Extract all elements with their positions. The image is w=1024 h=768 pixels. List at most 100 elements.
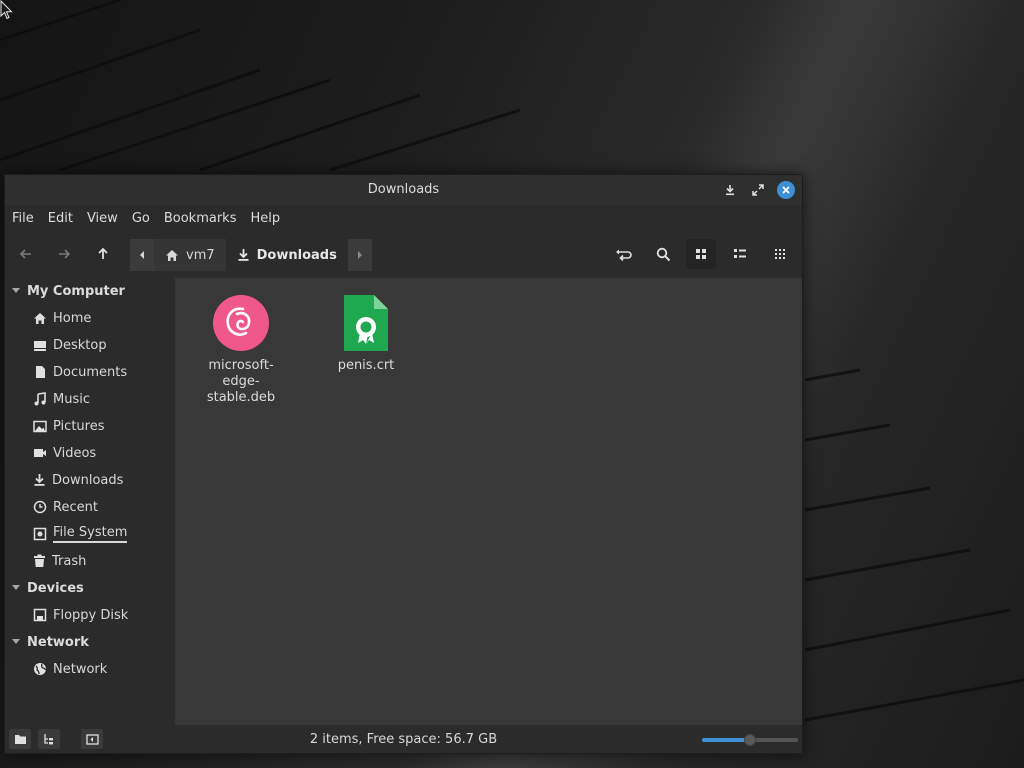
file-item-microsoft-edge-stable-deb[interactable]: microsoft-edge-stable.deb: [191, 294, 291, 406]
location-toggle-icon: [616, 249, 632, 261]
expand-triangle-icon: [12, 585, 20, 590]
download-icon: [238, 249, 249, 261]
file-name: penis.crt: [337, 358, 395, 373]
sidebar-item-floppy-disk[interactable]: Floppy Disk: [33, 605, 128, 625]
certificate-file-icon: [344, 295, 388, 351]
sidebar-item-label: Music: [53, 391, 90, 407]
maximize-button[interactable]: [749, 181, 767, 199]
maximize-icon: [752, 184, 764, 196]
menu-file[interactable]: File: [5, 207, 41, 231]
list-view-icon: [734, 249, 746, 258]
sidebar-item-videos[interactable]: Videos: [33, 443, 96, 463]
compact-view-icon: [775, 249, 785, 259]
sidebar-item-recent[interactable]: Recent: [33, 497, 98, 517]
home-icon: [34, 312, 46, 324]
forward-button[interactable]: [49, 239, 79, 269]
sidebar-item-label: Trash: [52, 553, 87, 569]
arrow-right-icon: [59, 249, 71, 259]
picture-icon: [33, 420, 47, 432]
sidebar-item-label: Documents: [53, 364, 128, 380]
list-view-button[interactable]: [725, 239, 755, 269]
sidebar-section-my-computer[interactable]: My Computer: [11, 281, 125, 301]
sidebar-item-label: Pictures: [53, 418, 105, 434]
sidebar-item-label: File System: [53, 525, 128, 543]
sidebar-section-devices[interactable]: Devices: [11, 578, 84, 598]
trash-icon: [34, 554, 45, 567]
sidebar-item-downloads[interactable]: Downloads: [33, 470, 123, 490]
file-manager-window: Downloads File Edit View Go Bookmarks He…: [4, 174, 803, 754]
video-camera-icon: [34, 449, 46, 457]
menu-go[interactable]: Go: [125, 207, 157, 231]
breadcrumb-downloads[interactable]: Downloads: [225, 239, 348, 271]
status-text: 2 items, Free space: 56.7 GB: [309, 732, 498, 747]
sidebar-item-label: Recent: [53, 499, 98, 515]
menu-bar: File Edit View Go Bookmarks Help: [5, 207, 287, 231]
breadcrumb-downloads-label: Downloads: [256, 247, 337, 263]
globe-icon: [34, 663, 47, 675]
caret-right-icon: [357, 251, 362, 259]
file-name: microsoft-edge-stable.deb: [206, 358, 276, 405]
menu-edit[interactable]: Edit: [41, 207, 80, 231]
mouse-cursor-icon: [0, 0, 13, 20]
icon-view-button[interactable]: [686, 239, 716, 269]
arrow-left-icon: [19, 249, 31, 259]
close-button[interactable]: [777, 181, 795, 199]
back-button[interactable]: [11, 239, 41, 269]
sidebar-item-label: Network: [53, 661, 108, 677]
breadcrumb: vm7 Downloads: [130, 239, 372, 271]
toolbar: vm7 Downloads: [5, 235, 802, 275]
home-icon: [166, 249, 178, 261]
download-icon: [34, 474, 45, 486]
menu-view[interactable]: View: [80, 207, 125, 231]
up-button[interactable]: [88, 239, 118, 269]
breadcrumb-home-label: vm7: [186, 247, 215, 263]
hard-drive-icon: [33, 527, 47, 541]
arrow-up-icon: [98, 247, 108, 259]
breadcrumb-scroll-left[interactable]: [130, 239, 154, 271]
search-icon: [656, 247, 670, 261]
grid-view-icon: [696, 249, 706, 259]
debian-package-icon: [213, 295, 269, 351]
file-item-penis-crt[interactable]: penis.crt: [316, 294, 416, 374]
sidebar-item-label: Floppy Disk: [53, 607, 129, 623]
zoom-slider[interactable]: [702, 734, 798, 746]
title-bar[interactable]: Downloads: [5, 175, 802, 205]
menu-help[interactable]: Help: [243, 207, 287, 231]
sidebar-item-network[interactable]: Network: [33, 659, 107, 679]
sidebar-section-title: My Computer: [27, 283, 125, 299]
breadcrumb-home[interactable]: vm7: [154, 239, 226, 271]
minimize-button[interactable]: [721, 181, 739, 199]
compact-view-button[interactable]: [765, 239, 795, 269]
sidebar-item-file-system[interactable]: File System: [33, 524, 128, 544]
menu-bookmarks[interactable]: Bookmarks: [157, 207, 244, 231]
sidebar-item-label: Downloads: [52, 472, 124, 488]
sidebar-item-desktop[interactable]: Desktop: [33, 335, 107, 355]
sidebar-item-label: Home: [53, 310, 92, 326]
caret-left-icon: [140, 251, 144, 259]
sidebar-item-home[interactable]: Home: [33, 308, 91, 328]
close-icon: [782, 186, 790, 194]
expand-triangle-icon: [12, 639, 20, 644]
sidebar-section-network[interactable]: Network: [11, 632, 89, 652]
file-view[interactable]: microsoft-edge-stable.deb penis.crt: [175, 278, 802, 725]
sidebar-item-pictures[interactable]: Pictures: [33, 416, 104, 436]
toggle-location-button[interactable]: [609, 239, 639, 269]
expand-triangle-icon: [12, 288, 20, 293]
sidebar-section-title: Network: [27, 634, 89, 650]
sidebar: My Computer Home Desktop Documents Music…: [5, 278, 174, 725]
sidebar-item-music[interactable]: Music: [33, 389, 90, 409]
minimize-icon: [726, 185, 734, 196]
zoom-slider-fill: [702, 738, 750, 742]
window-title: Downloads: [367, 182, 440, 197]
sidebar-item-documents[interactable]: Documents: [33, 362, 127, 382]
breadcrumb-scroll-right[interactable]: [347, 239, 372, 271]
floppy-disk-icon: [33, 608, 47, 622]
status-bar: 2 items, Free space: 56.7 GB: [5, 726, 802, 753]
sidebar-item-label: Desktop: [53, 337, 107, 353]
music-note-icon: [34, 392, 46, 406]
search-button[interactable]: [648, 239, 678, 269]
document-icon: [36, 366, 45, 378]
zoom-slider-handle[interactable]: [744, 734, 756, 746]
sidebar-item-trash[interactable]: Trash: [33, 551, 86, 571]
sidebar-item-label: Videos: [53, 445, 97, 461]
